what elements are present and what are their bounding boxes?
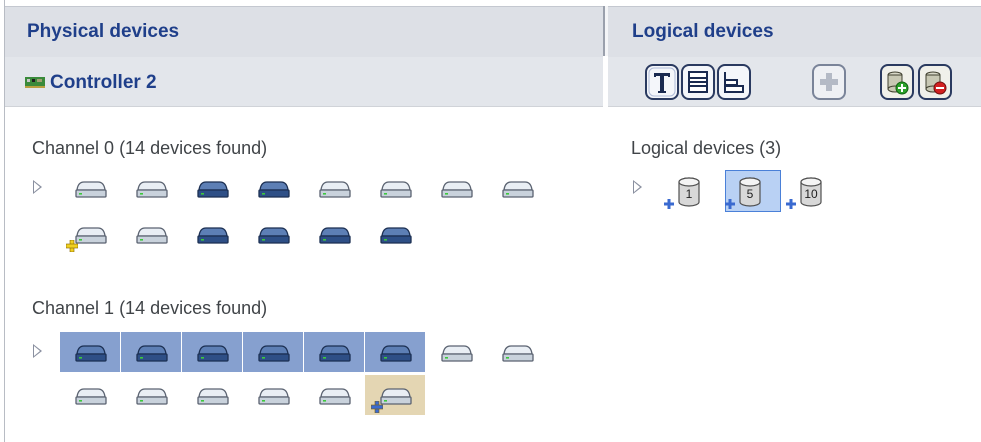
hard-drive-icon — [74, 386, 108, 406]
delete-logical-button[interactable] — [918, 64, 952, 100]
physical-drive[interactable] — [304, 168, 364, 208]
raid-level-label: 5 — [746, 187, 754, 201]
raid-level-label: 1 — [685, 187, 693, 201]
physical-drive[interactable] — [487, 168, 547, 208]
physical-drive[interactable] — [426, 168, 486, 208]
controller-bar: Controller 2 — [5, 57, 603, 107]
add-icon — [812, 64, 846, 100]
physical-drive[interactable] — [487, 332, 547, 372]
hard-drive-icon — [440, 343, 474, 363]
hard-drive-icon — [135, 225, 169, 245]
physical-drive[interactable] — [365, 375, 425, 415]
physical-drive[interactable] — [304, 375, 364, 415]
physical-drive[interactable] — [365, 214, 425, 254]
logical-devices-title: Logical devices — [632, 21, 774, 42]
physical-drive[interactable] — [121, 214, 181, 254]
physical-drive[interactable] — [304, 214, 364, 254]
hard-drive-icon — [74, 225, 108, 245]
channel-1-label: Channel 1 (14 devices found) — [32, 298, 268, 318]
channel-0-expand-icon[interactable] — [33, 180, 42, 194]
physical-drive[interactable] — [60, 168, 120, 208]
physical-drive[interactable] — [365, 332, 425, 372]
physical-devices-header: Physical devices — [5, 6, 603, 58]
logical-expand-icon[interactable] — [633, 180, 642, 194]
logical-devices-count: Logical devices (3) — [631, 138, 782, 158]
hard-drive-icon — [196, 225, 230, 245]
physical-drive[interactable] — [182, 375, 242, 415]
physical-drive[interactable] — [304, 332, 364, 372]
full-size-view-icon — [681, 64, 715, 100]
hard-drive-icon — [257, 225, 291, 245]
text-view-button[interactable] — [645, 64, 679, 100]
controller-icon — [25, 75, 45, 88]
physical-drive[interactable] — [121, 375, 181, 415]
hard-drive-icon — [379, 225, 413, 245]
controller-label[interactable]: Controller 2 — [50, 72, 157, 94]
hard-drive-icon — [74, 179, 108, 199]
delete-logical-icon — [918, 64, 952, 100]
plus-badge-icon — [725, 196, 735, 214]
hard-drive-icon — [135, 386, 169, 406]
hard-drive-icon — [318, 386, 352, 406]
create-logical-icon — [880, 64, 914, 100]
physical-drive[interactable] — [121, 332, 181, 372]
hard-drive-icon — [318, 225, 352, 245]
hard-drive-icon — [196, 343, 230, 363]
hard-drive-icon — [501, 343, 535, 363]
physical-drive[interactable] — [243, 168, 303, 208]
partial-view-button[interactable] — [717, 64, 751, 100]
physical-drive[interactable] — [60, 375, 120, 415]
channel-0-label: Channel 0 (14 devices found) — [32, 138, 268, 158]
channel-1-expand-icon[interactable] — [33, 344, 42, 358]
hard-drive-icon — [74, 343, 108, 363]
text-view-icon — [645, 64, 679, 100]
create-logical-button[interactable] — [880, 64, 914, 100]
plus-badge-icon — [786, 196, 796, 214]
partial-view-icon — [717, 64, 751, 100]
hard-drive-icon — [318, 343, 352, 363]
logical-devices-header: Logical devices — [608, 6, 981, 58]
physical-drive[interactable] — [365, 168, 425, 208]
raid-level-label: 10 — [804, 187, 818, 201]
physical-devices-title: Physical devices — [27, 21, 180, 42]
physical-drive[interactable] — [182, 214, 242, 254]
hard-drive-icon — [135, 179, 169, 199]
physical-drive[interactable] — [60, 214, 120, 254]
hard-drive-icon — [257, 386, 291, 406]
hard-drive-icon — [196, 179, 230, 199]
hard-drive-icon — [379, 386, 413, 406]
physical-drive[interactable] — [243, 375, 303, 415]
hard-drive-icon — [379, 179, 413, 199]
add-button[interactable] — [812, 64, 846, 100]
hard-drive-icon — [257, 343, 291, 363]
hard-drive-icon — [440, 179, 474, 199]
physical-drive[interactable] — [426, 332, 486, 372]
hard-drive-icon — [135, 343, 169, 363]
physical-drive[interactable] — [121, 168, 181, 208]
logical-drive-raid-10[interactable]: 10 — [782, 170, 840, 212]
full-size-view-button[interactable] — [681, 64, 715, 100]
hard-drive-icon — [379, 343, 413, 363]
physical-drive[interactable] — [182, 168, 242, 208]
hard-drive-icon — [501, 179, 535, 199]
hard-drive-icon — [196, 386, 230, 406]
hard-drive-icon — [257, 179, 291, 199]
physical-drive[interactable] — [182, 332, 242, 372]
plus-badge-icon — [664, 196, 674, 214]
hard-drive-icon — [318, 179, 352, 199]
physical-drive[interactable] — [243, 332, 303, 372]
logical-drive-raid-5[interactable]: 5 — [721, 170, 781, 214]
physical-drive[interactable] — [60, 332, 120, 372]
logical-drive-raid-1[interactable]: 1 — [660, 170, 718, 212]
physical-drive[interactable] — [243, 214, 303, 254]
